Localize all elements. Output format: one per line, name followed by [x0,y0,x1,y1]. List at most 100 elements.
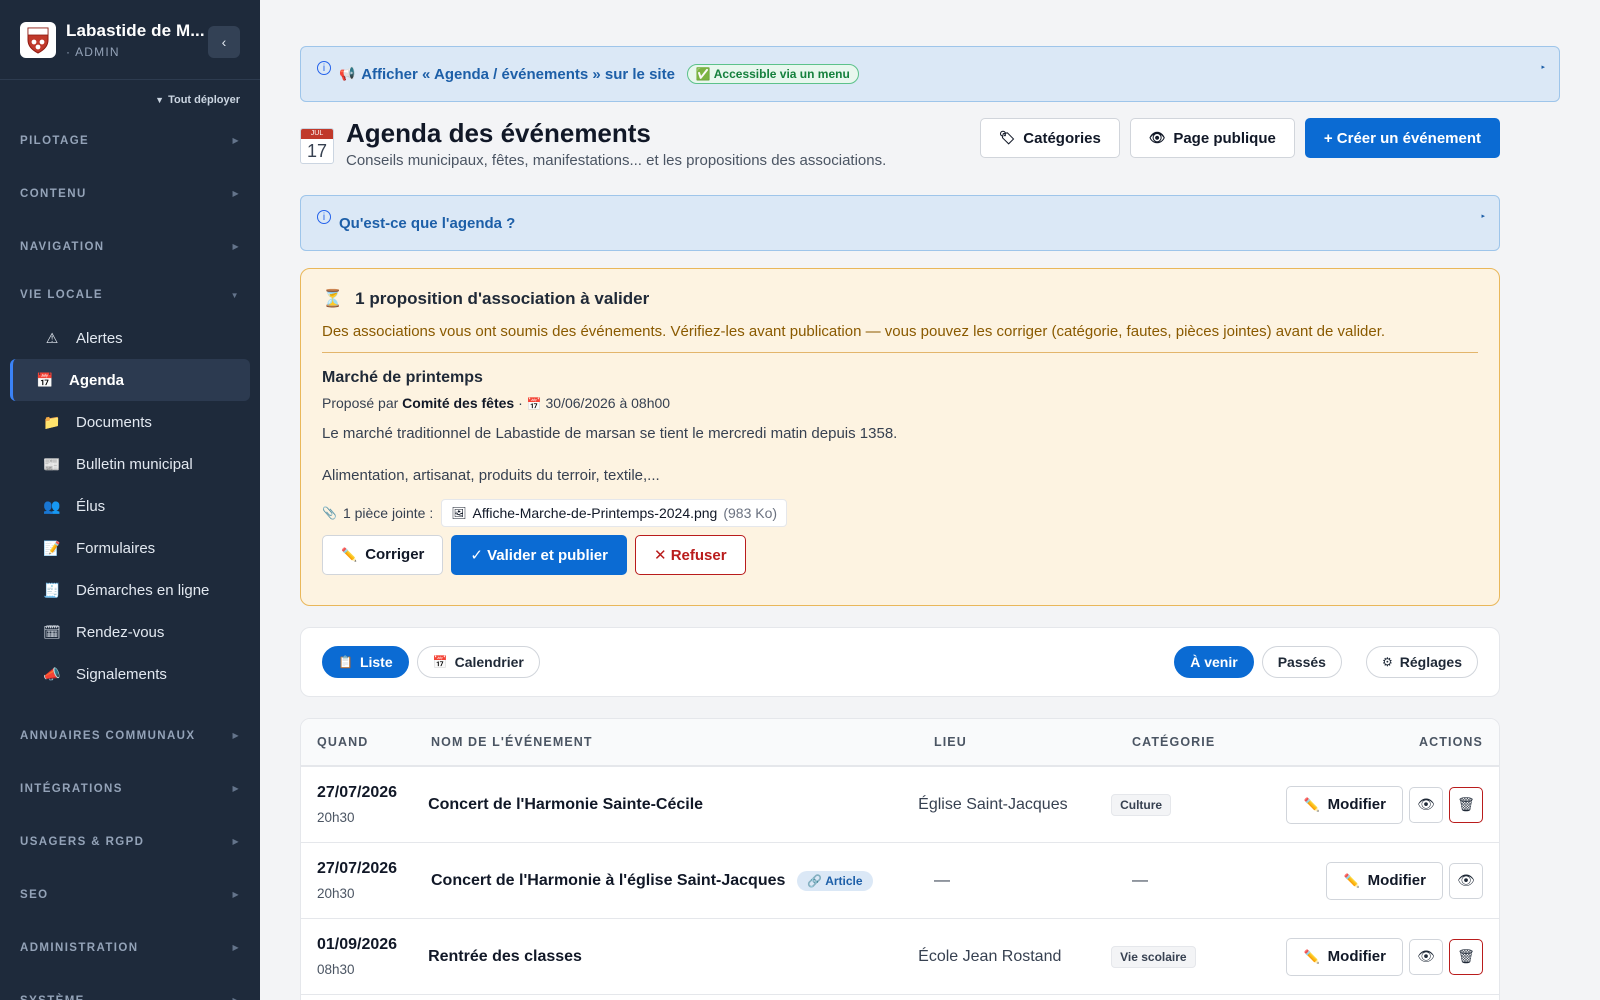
show-on-site-link[interactable]: Afficher « Agenda / événements » sur le … [361,66,675,83]
sidebar-item-agenda[interactable]: 📅 Agenda [10,359,250,401]
hourglass-icon: ⏳ [322,289,344,308]
documents-icon: 📁 [43,413,61,430]
nav-section-administration[interactable]: ADMINISTRATION ▶ [0,921,260,974]
pencil-icon: ✏️ [1343,872,1360,888]
event-name-cell: Rentrée des classes [428,948,918,966]
expand-all-toggle[interactable]: ▼ Tout déployer [0,80,260,114]
sidebar-item-formulaires[interactable]: 📝 Formulaires [10,527,250,569]
sidebar-item-elus[interactable]: 👥 Élus [10,485,250,527]
chevron-left-icon: ‹ [221,34,227,50]
nav-section-vie-locale[interactable]: VIE LOCALE ▼ [0,273,260,317]
view-event-button[interactable]: 👁 [1409,786,1443,823]
sidebar-item-documents[interactable]: 📁 Documents [10,401,250,443]
sidebar-item-rendez-vous[interactable]: 🗓 Rendez-vous [10,611,250,653]
view-filters: 📋 Liste 📅 Calendrier À venir Passés ⚙ Régla… [300,627,1500,697]
article-link-badge[interactable]: 🔗 Article [797,870,873,891]
event-name-cell: Concert de l'Harmonie Sainte-Cécile [428,796,918,814]
event-name[interactable]: Concert de l'Harmonie à l'église Saint-J… [431,870,934,891]
refuse-button[interactable]: ✕ Refuser [634,534,746,575]
sidebar-item-label: Bulletin municipal [76,455,193,473]
edit-event-button[interactable]: ✏️ Modifier [1326,861,1443,900]
chevron-right-icon: ▶ [232,943,240,952]
nav-section-label: SEO [20,888,49,901]
event-place: — [934,871,950,889]
proposal-body-p2: Alimentation, artisanat, produits du ter… [322,466,660,484]
event-name-text[interactable]: Rentrée des classes [428,948,582,966]
gear-icon: ⚙ [1381,655,1393,669]
settings-label: Réglages [1399,654,1462,670]
chevron-right-icon: ▶ [232,189,240,198]
event-name-text[interactable]: Concert de l'Harmonie Sainte-Cécile [428,796,703,814]
event-time: 20h30 [317,810,355,825]
sidebar-item-label: Signalements [76,665,167,683]
rendez-vous-icon: 🗓 [43,623,61,640]
public-page-button[interactable]: 👁 Page publique [1129,118,1295,158]
brand: Labastide de M... · ADMIN ‹ [0,0,260,80]
edit-event-label: Modifier [1327,948,1386,965]
nav-section-systeme[interactable]: SYSTÈME ▶ [0,974,260,1000]
sidebar-item-alertes[interactable]: ⚠ Alertes [10,317,250,359]
delete-event-button[interactable]: 🗑 [1449,786,1483,823]
event-category: — [1132,871,1148,889]
eye-icon: 👁 [1457,872,1475,888]
table-row: 01/09/2026 08h30 Rentrée des classes École … [301,919,1499,995]
view-event-button[interactable]: 👁 [1409,938,1443,975]
past-filter[interactable]: Passés [1261,646,1342,678]
table-row: 27/07/2026 20h30 Concert de l'Harmonie à l… [301,843,1499,919]
fix-proposal-button[interactable]: ✏️ Corriger [322,534,444,575]
attachments: 📎 1 pièce jointe : 🖼 Affiche-Marche-de-P… [322,498,1478,527]
pending-proposals-panel: ⏳ 1 proposition d'association à valider D… [300,268,1500,606]
nav-section-usagers-rgpd[interactable]: USAGERS & RGPD ▶ [0,815,260,868]
create-event-button[interactable]: + Créer un événement [1304,118,1500,158]
sidebar-item-demarches-en-ligne[interactable]: 🧾 Démarches en ligne [10,569,250,611]
event-place: École Jean Rostand [918,947,1062,965]
proposal-title: Marché de printemps [322,369,483,386]
edit-event-button[interactable]: ✏️ Modifier [1286,937,1403,976]
edit-event-label: Modifier [1367,872,1426,889]
list-view-toggle[interactable]: 📋 Liste [322,646,409,678]
validate-publish-button[interactable]: ✓ Valider et publier [451,534,627,575]
expand-notice-icon[interactable]: ▸ [1541,63,1545,71]
attachment-file[interactable]: 🖼 Affiche-Marche-de-Printemps-2024.png (… [441,498,788,527]
pencil-icon: ✏️ [1303,796,1320,812]
chevron-right-icon: ▶ [232,996,240,1000]
edit-event-button[interactable]: ✏️ Modifier [1286,785,1403,824]
chevron-right-icon: ▶ [232,890,240,899]
categories-button[interactable]: 🏷 Catégories [979,118,1120,158]
header-name: NOM DE L'ÉVÉNEMENT [431,735,593,749]
event-date: 01/09/2026 [317,936,398,953]
nav-section-contenu[interactable]: CONTENU ▶ [0,167,260,220]
event-name-text[interactable]: Concert de l'Harmonie à l'église Saint-J… [431,872,785,890]
calendar-view-toggle[interactable]: 📅 Calendrier [416,646,540,678]
event-name[interactable]: Concert de l'Harmonie Sainte-Cécile [428,796,918,814]
sidebar-item-bulletin-municipal[interactable]: 📰 Bulletin municipal [10,443,250,485]
expand-help-icon[interactable]: ▸ [1481,212,1485,220]
event-actions: ✏️ Modifier 👁 🗑 [1286,937,1499,976]
delete-event-button[interactable]: 🗑 [1449,938,1483,975]
nav-section-navigation[interactable]: NAVIGATION ▶ [0,220,260,273]
proposer-name: Comité des fêtes [402,395,515,411]
proposal-body: Le marché traditionnel de Labastide de m… [322,423,1478,487]
event-name-cell: Concert de l'Harmonie à l'église Saint-J… [431,870,934,891]
sidebar-item-signalements[interactable]: 📣 Signalements [10,653,250,695]
upcoming-filter[interactable]: À venir [1174,646,1254,678]
what-is-agenda-link[interactable]: Qu'est-ce que l'agenda ? [339,215,515,232]
collapse-sidebar-button[interactable]: ‹ [208,26,240,58]
nav-section-integrations[interactable]: INTÉGRATIONS ▶ [0,762,260,815]
page-header: JUL 17 Agenda des événements Conseils mu… [300,118,1500,178]
elus-icon: 👥 [43,497,61,514]
caret-down-icon: ▼ [155,95,165,105]
nav-section-seo[interactable]: SEO ▶ [0,868,260,921]
calendar-icon: 📅 [526,397,542,411]
nav-section-annuaires-communaux[interactable]: ANNUAIRES COMMUNAUX ▶ [0,709,260,762]
event-name[interactable]: Rentrée des classes [428,948,918,966]
edit-event-label: Modifier [1327,796,1386,813]
trash-icon: 🗑 [1457,796,1475,812]
settings-button[interactable]: ⚙ Réglages [1365,646,1478,678]
pending-description: Des associations vous ont soumis des évé… [322,323,1478,353]
nav-section-pilotage[interactable]: PILOTAGE ▶ [0,114,260,167]
eye-icon: 👁 [1148,130,1166,145]
view-event-button[interactable]: 👁 [1449,862,1483,899]
pending-title: 1 proposition d'association à valider [355,289,650,308]
event-when: 27/07/2026 20h30 [301,784,428,825]
